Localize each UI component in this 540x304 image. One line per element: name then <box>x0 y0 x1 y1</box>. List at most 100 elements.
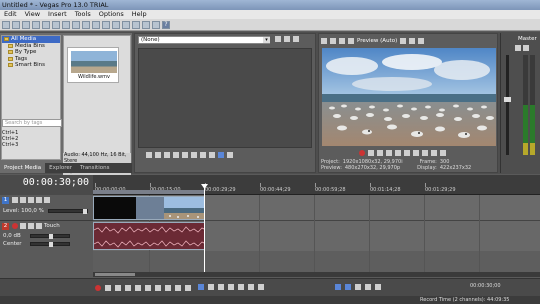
effects-icon[interactable] <box>339 37 345 44</box>
normal-edit-tool-icon[interactable] <box>102 20 110 29</box>
zoom-out-icon[interactable] <box>375 284 381 290</box>
composite-mode-icon[interactable] <box>28 197 34 203</box>
solo-icon[interactable] <box>44 197 50 203</box>
play-icon[interactable] <box>125 285 131 291</box>
master-fader-handle[interactable] <box>504 97 511 102</box>
pause-icon[interactable] <box>395 150 401 156</box>
envelope-tool-icon[interactable] <box>112 20 120 29</box>
menu-insert[interactable]: Insert <box>44 10 71 19</box>
empty-track-area[interactable] <box>93 251 540 272</box>
overwrite-icon[interactable] <box>218 152 224 158</box>
redo-icon[interactable] <box>92 20 100 29</box>
tag-search-input[interactable]: Search by tags <box>2 119 62 127</box>
master-fx-icon[interactable] <box>523 45 529 51</box>
trimmer-clear-icon[interactable] <box>284 36 290 42</box>
tab-transitions[interactable]: Transitions <box>76 163 113 173</box>
mark-in-icon[interactable] <box>200 152 206 158</box>
menu-options[interactable]: Options <box>95 10 128 19</box>
pause-icon[interactable] <box>135 285 141 291</box>
loop-icon[interactable] <box>146 152 152 158</box>
mark-out-icon[interactable] <box>209 152 215 158</box>
master-mute-icon[interactable] <box>515 45 521 51</box>
menu-view[interactable]: View <box>21 10 44 19</box>
marker-icon[interactable] <box>248 284 254 290</box>
go-to-end-icon[interactable] <box>165 285 171 291</box>
paste-icon[interactable] <box>72 20 80 29</box>
next-frame-icon[interactable] <box>191 152 197 158</box>
go-to-start-icon[interactable] <box>413 150 419 156</box>
trimmer-options-icon[interactable] <box>293 36 299 42</box>
tree-item-smart-bins[interactable]: Smart Bins <box>2 62 60 69</box>
level-slider-thumb[interactable] <box>83 209 87 214</box>
record-icon[interactable] <box>95 285 101 291</box>
level-slider[interactable] <box>48 209 88 214</box>
mute-icon[interactable] <box>36 197 42 203</box>
track-fx-icon[interactable] <box>28 223 34 229</box>
play-icon[interactable] <box>155 152 161 158</box>
external-monitor-icon[interactable] <box>330 37 336 44</box>
trimmer-media-select[interactable]: (None) ▾ <box>138 36 270 44</box>
zoom-in-icon[interactable] <box>365 284 371 290</box>
pan-slider[interactable] <box>30 242 70 247</box>
trimmer-history-icon[interactable] <box>275 36 281 42</box>
open-project-icon[interactable] <box>12 20 20 29</box>
timeline-scrollbar[interactable] <box>93 272 540 277</box>
insert-icon[interactable] <box>227 152 233 158</box>
stop-icon[interactable] <box>145 285 151 291</box>
ignore-grouping-icon[interactable] <box>335 284 341 290</box>
next-frame-icon[interactable] <box>185 285 191 291</box>
preview-quality-dropdown[interactable]: Preview (Auto) <box>357 38 397 44</box>
video-event[interactable] <box>93 196 205 220</box>
help-icon[interactable]: ? <box>162 20 170 29</box>
invert-phase-icon[interactable] <box>20 223 26 229</box>
menu-edit[interactable]: Edit <box>0 10 21 19</box>
snapping-icon[interactable] <box>142 20 150 29</box>
stop-icon[interactable] <box>173 152 179 158</box>
media-thumbnail[interactable]: Wildlife.wmv <box>67 47 119 83</box>
loop-icon[interactable] <box>368 150 374 156</box>
tab-project-media[interactable]: Project Media <box>0 163 46 173</box>
trim-end-icon[interactable] <box>228 284 234 290</box>
pause-icon[interactable] <box>164 152 170 158</box>
normal-edit-tool-icon[interactable] <box>198 284 204 290</box>
go-to-start-icon[interactable] <box>155 285 161 291</box>
audio-event[interactable] <box>93 222 205 250</box>
loop-region-bar[interactable] <box>93 190 205 194</box>
previous-frame-icon[interactable] <box>182 152 188 158</box>
zoom-tool-icon[interactable] <box>132 20 140 29</box>
timeline-scrollbar-thumb[interactable] <box>95 273 135 276</box>
master-fader-track[interactable] <box>506 55 509 155</box>
go-to-end-icon[interactable] <box>422 150 428 156</box>
cut-icon[interactable] <box>52 20 60 29</box>
split-screen-icon[interactable] <box>348 37 354 44</box>
track-motion-icon[interactable] <box>12 197 18 203</box>
menu-help[interactable]: Help <box>128 10 151 19</box>
auto-crossfade-icon[interactable] <box>152 20 160 29</box>
previous-frame-icon[interactable] <box>175 285 181 291</box>
copy-snapshot-icon[interactable] <box>409 37 416 44</box>
play-icon[interactable] <box>386 150 392 156</box>
overlays-icon[interactable] <box>400 37 407 44</box>
loop-icon[interactable] <box>105 285 111 291</box>
properties-icon[interactable] <box>42 20 50 29</box>
record-icon[interactable] <box>359 150 365 156</box>
stop-icon[interactable] <box>404 150 410 156</box>
tab-explorer[interactable]: Explorer <box>45 163 76 173</box>
save-snapshot-icon[interactable] <box>418 37 425 44</box>
menu-tools[interactable]: Tools <box>71 10 95 19</box>
trim-start-icon[interactable] <box>218 284 224 290</box>
auto-ripple-icon[interactable] <box>345 284 351 290</box>
arm-record-icon[interactable] <box>12 223 18 229</box>
render-icon[interactable] <box>32 20 40 29</box>
region-icon[interactable] <box>258 284 264 290</box>
save-project-icon[interactable] <box>22 20 30 29</box>
play-from-start-icon[interactable] <box>377 150 383 156</box>
lock-envelopes-icon[interactable] <box>355 284 361 290</box>
lock-icon[interactable] <box>238 284 244 290</box>
volume-slider[interactable] <box>30 234 70 239</box>
play-from-start-icon[interactable] <box>115 285 121 291</box>
copy-icon[interactable] <box>62 20 70 29</box>
undo-icon[interactable] <box>82 20 90 29</box>
next-frame-icon[interactable] <box>440 150 446 156</box>
audio-track-header[interactable]: 2 Touch 0,0 dB Center <box>0 221 93 251</box>
